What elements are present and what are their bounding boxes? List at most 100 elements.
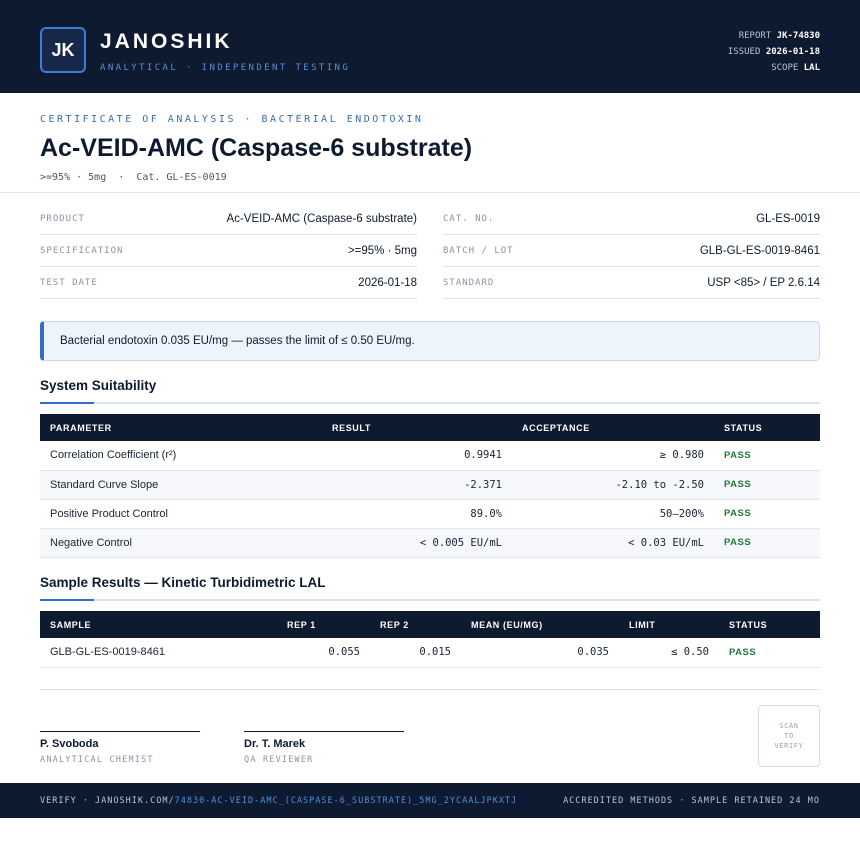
verify-prefix: VERIFY · JANOSHIK.COM/ — [40, 796, 175, 806]
qr-text: TO — [784, 732, 794, 740]
status-badge: PASS — [714, 528, 820, 558]
info-value: 2026-01-18 — [358, 276, 417, 289]
qr-text: SCAN — [779, 722, 799, 730]
column-header: PARAMETER — [40, 414, 322, 441]
column-header: RESULT — [322, 414, 512, 441]
table-row: Negative Control < 0.005 EU/mL < 0.03 EU… — [40, 528, 820, 558]
report-label: REPORT — [738, 31, 772, 41]
table-row: Positive Product Control 89.0% 50–200% P… — [40, 499, 820, 529]
result-cell: 0.9941 — [322, 441, 512, 471]
mean-cell: 0.035 — [461, 638, 619, 668]
signatory-name: Dr. T. Marek — [244, 738, 306, 750]
table-header-row: PARAMETER RESULT ACCEPTANCE STATUS — [40, 414, 820, 441]
verify-link[interactable]: 74830-AC-VEID-AMC_(CASPASE-6_SUBSTRATE)_… — [175, 796, 518, 806]
document-kicker: CERTIFICATE OF ANALYSIS · BACTERIAL ENDO… — [40, 114, 424, 125]
column-header: STATUS — [714, 414, 820, 441]
info-label: BATCH / LOT — [443, 245, 514, 256]
scope-value: LAL — [803, 63, 820, 73]
acceptance-cell: < 0.03 EU/mL — [512, 528, 714, 558]
column-header: STATUS — [719, 611, 820, 638]
section-rule — [40, 599, 820, 601]
brand-tagline: ANALYTICAL · INDEPENDENT TESTING — [100, 63, 351, 73]
logo-badge: JK — [40, 27, 86, 73]
result-cell: < 0.005 EU/mL — [322, 528, 512, 558]
issued-date: 2026-01-18 — [765, 47, 820, 57]
info-label: STANDARD — [443, 277, 495, 288]
report-header: JK JANOSHIK ANALYTICAL · INDEPENDENT TES… — [0, 0, 860, 93]
info-value: Ac-VEID-AMC (Caspase-6 substrate) — [226, 212, 417, 225]
info-value: GLB-GL-ES-0019-8461 — [699, 244, 820, 257]
info-label: TEST DATE — [40, 277, 98, 288]
rep1-cell: 0.055 — [277, 638, 370, 668]
signatory-role: ANALYTICAL CHEMIST — [40, 755, 154, 765]
info-label: SPECIFICATION — [40, 245, 124, 256]
column-header: SAMPLE — [40, 611, 277, 638]
section-rule-accent — [40, 599, 94, 601]
status-badge: PASS — [714, 441, 820, 471]
footer-notes: ACCREDITED METHODS · SAMPLE RETAINED 24 … — [563, 796, 820, 806]
status-badge: PASS — [714, 470, 820, 500]
scope-label: SCOPE — [771, 63, 799, 73]
section-title-samples: Sample Results — Kinetic Turbidimetric L… — [40, 575, 326, 590]
info-column-left: PRODUCT Ac-VEID-AMC (Caspase-6 substrate… — [40, 203, 417, 299]
scope-line: SCOPE LAL — [728, 60, 820, 76]
result-cell: 89.0% — [322, 499, 512, 529]
result-cell: -2.371 — [322, 470, 512, 500]
limit-cell: ≤ 0.50 — [619, 638, 719, 668]
brand-name: JANOSHIK — [100, 30, 233, 53]
sample-results-table: SAMPLE REP 1 REP 2 MEAN (EU/MG) LIMIT ST… — [40, 611, 820, 668]
column-header: MEAN (EU/MG) — [461, 611, 619, 638]
info-row-product: PRODUCT Ac-VEID-AMC (Caspase-6 substrate… — [40, 203, 417, 235]
info-row-cat-no: CAT. NO. GL-ES-0019 — [443, 203, 820, 235]
qr-text: VERIFY — [774, 742, 804, 750]
issued-line: ISSUED 2026-01-18 — [728, 44, 820, 60]
section-rule-accent — [40, 402, 94, 404]
info-label: PRODUCT — [40, 213, 85, 224]
acceptance-cell: -2.10 to -2.50 — [512, 470, 714, 500]
column-header: REP 2 — [370, 611, 461, 638]
status-badge: PASS — [714, 499, 820, 529]
page-subtitle: >=95% · 5mg · Cat. GL-ES-0019 — [40, 172, 227, 183]
info-value: USP <85> / EP 2.6.14 — [707, 276, 820, 289]
info-value: GL-ES-0019 — [756, 212, 820, 225]
parameter-cell: Negative Control — [40, 528, 322, 558]
section-rule — [40, 402, 820, 404]
verify-line: VERIFY · JANOSHIK.COM/74830-AC-VEID-AMC_… — [40, 796, 517, 806]
column-header: ACCEPTANCE — [512, 414, 714, 441]
column-header: LIMIT — [619, 611, 719, 638]
status-badge: PASS — [719, 638, 820, 668]
result-summary-callout: Bacterial endotoxin 0.035 EU/mg — passes… — [40, 321, 820, 361]
signatory-name: P. Svoboda — [40, 738, 99, 750]
info-column-right: CAT. NO. GL-ES-0019 BATCH / LOT GLB-GL-E… — [443, 203, 820, 299]
signature-block-chemist: P. Svoboda ANALYTICAL CHEMIST — [40, 731, 200, 765]
acceptance-cell: 50–200% — [512, 499, 714, 529]
signature-divider — [40, 689, 820, 690]
report-footer: VERIFY · JANOSHIK.COM/74830-AC-VEID-AMC_… — [0, 783, 860, 818]
table-row: Standard Curve Slope -2.371 -2.10 to -2.… — [40, 470, 820, 500]
table-row: Correlation Coefficient (r²) 0.9941 ≥ 0.… — [40, 441, 820, 471]
signatory-role: QA REVIEWER — [244, 755, 314, 765]
parameter-cell: Correlation Coefficient (r²) — [40, 441, 322, 471]
column-header: REP 1 — [277, 611, 370, 638]
page-title: Ac-VEID-AMC (Caspase-6 substrate) — [40, 134, 473, 162]
report-meta: REPORT JK-74830 ISSUED 2026-01-18 SCOPE … — [728, 28, 820, 76]
acceptance-cell: ≥ 0.980 — [512, 441, 714, 471]
info-row-standard: STANDARD USP <85> / EP 2.6.14 — [443, 267, 820, 299]
table-header-row: SAMPLE REP 1 REP 2 MEAN (EU/MG) LIMIT ST… — [40, 611, 820, 638]
issued-label: ISSUED — [727, 47, 761, 57]
parameter-cell: Standard Curve Slope — [40, 470, 322, 500]
title-divider — [0, 192, 860, 193]
signature-block-reviewer: Dr. T. Marek QA REVIEWER — [244, 731, 404, 765]
rep2-cell: 0.015 — [370, 638, 461, 668]
sample-cell: GLB-GL-ES-0019-8461 — [40, 638, 277, 668]
info-label: CAT. NO. — [443, 213, 495, 224]
info-value: >=95% · 5mg — [347, 244, 417, 257]
suitability-table: PARAMETER RESULT ACCEPTANCE STATUS Corre… — [40, 414, 820, 558]
info-row-test-date: TEST DATE 2026-01-18 — [40, 267, 417, 299]
section-title-suitability: System Suitability — [40, 378, 157, 393]
info-row-specification: SPECIFICATION >=95% · 5mg — [40, 235, 417, 267]
info-row-batch-lot: BATCH / LOT GLB-GL-ES-0019-8461 — [443, 235, 820, 267]
verify-qr-placeholder[interactable]: SCAN TO VERIFY — [758, 705, 820, 767]
report-id: JK-74830 — [776, 31, 820, 41]
report-id-line: REPORT JK-74830 — [728, 28, 820, 44]
